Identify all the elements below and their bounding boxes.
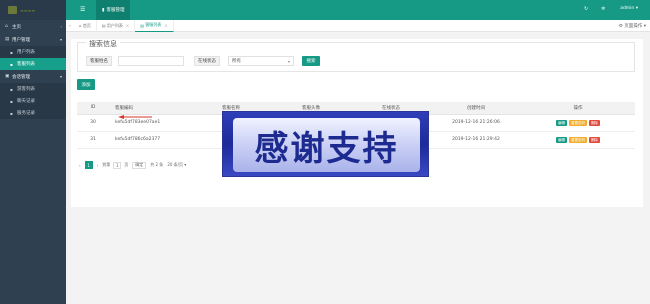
prev-page-button[interactable]: ‹	[79, 163, 81, 168]
chevron-down-icon: ▾	[287, 58, 290, 64]
overlay-text: 感谢支持	[254, 128, 399, 169]
logo-icon	[8, 6, 17, 14]
page-operations-label: 页面操作	[624, 24, 643, 29]
overlay-banner-inner: 感谢支持	[233, 118, 420, 172]
sidebar-item-service-list[interactable]: ▪ 客服列表	[0, 58, 66, 70]
red-arrow-annotation	[118, 115, 152, 119]
search-button[interactable]: 搜索	[302, 56, 320, 66]
folder-icon: ▤	[5, 37, 10, 42]
sidebar-item-label: 用户列表	[17, 50, 35, 55]
tab-user-list[interactable]: ▤ 用户列表 ×	[97, 19, 136, 32]
tab-service-list[interactable]: ▤ 客服列表 ×	[135, 19, 174, 32]
sidebar-item-home[interactable]: ⌂ 主页 ‹	[0, 20, 66, 33]
status-select[interactable]: 所有 ▾	[228, 56, 294, 66]
sidebar: ▬▬▬▬ ⌂ 主页 ‹ ▤ 用户管理 ▾ ▪ 用户列表 ▪ 客服列表 ▣ 会话管…	[0, 0, 66, 304]
sidebar-item-chat-log[interactable]: ▪ 聊天记录	[0, 95, 66, 107]
sidebar-group-chat[interactable]: ▣ 会话管理 ▾	[0, 70, 66, 83]
tab-home[interactable]: ⌂ 首页	[74, 19, 97, 32]
list-icon: ▤	[140, 22, 145, 28]
edit-button[interactable]: 编辑	[556, 136, 567, 143]
sidebar-item-user-list[interactable]: ▪ 用户列表	[0, 46, 66, 58]
goto-page-input[interactable]: 1	[113, 161, 122, 169]
tab-label: 用户列表	[106, 22, 123, 28]
close-icon[interactable]: ×	[126, 23, 129, 28]
chevron-down-icon: ▾	[59, 74, 62, 79]
refresh-icon[interactable]: ↻	[584, 6, 588, 12]
sidebar-group-label: 用户管理	[12, 37, 30, 43]
edit-button[interactable]: 编辑	[556, 119, 567, 126]
list-icon: ▪	[10, 110, 13, 116]
cell-id: 31	[77, 131, 109, 149]
cell-time: 2019-12-16 21:26:06	[431, 114, 521, 132]
user-menu[interactable]: admin ▾	[620, 6, 638, 11]
chevron-left-icon: ‹	[60, 24, 62, 29]
list-icon: ▪	[10, 49, 13, 55]
chevron-down-icon: ▾	[59, 37, 62, 42]
logo-text: ▬▬▬▬	[20, 7, 36, 13]
cell-code: kefu5df786c6a2377	[109, 131, 191, 149]
settings-icon[interactable]: ✲	[601, 6, 605, 12]
cell-actions: 编辑 重置密码 删除	[521, 131, 635, 149]
column-header: 创建时间	[431, 102, 521, 115]
list-icon: ▪	[10, 61, 13, 67]
column-header: 客服编码	[109, 102, 191, 115]
cell-actions: 编辑 重置密码 删除	[521, 114, 635, 132]
page-operations-button[interactable]: ⚙ 页面操作 ▾	[619, 23, 646, 29]
tab-scroll-left-icon[interactable]: «	[66, 23, 74, 28]
gear-icon: ⚙	[618, 24, 623, 29]
add-button[interactable]: 添加	[77, 79, 95, 90]
goto-label: 到第	[102, 162, 111, 167]
status-select-value: 所有	[232, 59, 241, 64]
column-header: ID	[77, 102, 109, 115]
module-tab-label: 客服管理	[106, 8, 125, 13]
pagination: ‹ 1 › 到第 1 页 确定 共 2 条 20 条/页 ▾	[79, 160, 186, 170]
current-page[interactable]: 1	[84, 161, 93, 169]
column-header: 操作	[521, 102, 635, 115]
menu-toggle-icon[interactable]: ☰	[80, 6, 85, 13]
per-page-value: 20 条/页	[167, 162, 184, 167]
home-icon: ⌂	[79, 23, 82, 28]
sidebar-item-label: 游客列表	[17, 87, 35, 92]
sidebar-item-visitor-list[interactable]: ▪ 游客列表	[0, 83, 66, 95]
next-page-button[interactable]: ›	[97, 163, 99, 168]
reset-password-button[interactable]: 重置密码	[569, 119, 587, 126]
tab-label: 客服列表	[145, 22, 162, 27]
delete-button[interactable]: 删除	[589, 119, 600, 126]
tab-bar: « ⌂ 首页 ▤ 用户列表 × ▤ 客服列表 × ⚙ 页面操作 ▾	[66, 19, 650, 32]
name-label: 客服姓名	[86, 56, 112, 66]
sidebar-group-label: 会话管理	[12, 74, 30, 80]
cell-time: 2019-12-16 21:29:42	[431, 131, 521, 149]
list-icon: ▪	[10, 86, 13, 92]
cell-id: 30	[77, 114, 109, 132]
reset-password-button[interactable]: 重置密码	[569, 136, 587, 143]
name-input[interactable]	[118, 56, 184, 66]
status-label: 在线状态	[194, 56, 220, 66]
per-page-select[interactable]: 20 条/页 ▾	[167, 162, 186, 168]
topbar: ☰ ▮ 客服管理 ↻ ✲ admin ▾	[66, 0, 650, 20]
sidebar-item-label: 主页	[12, 24, 21, 30]
overlay-banner: 感谢支持	[222, 111, 429, 177]
chat-icon: ▣	[5, 74, 10, 79]
logo: ▬▬▬▬	[0, 0, 66, 20]
sidebar-item-service-log[interactable]: ▪ 服务记录	[0, 107, 66, 119]
sidebar-item-label: 客服列表	[17, 62, 35, 67]
document-icon: ▮	[102, 7, 105, 13]
sidebar-group-user[interactable]: ▤ 用户管理 ▾	[0, 33, 66, 46]
close-icon[interactable]: ×	[164, 23, 167, 28]
search-panel: 搜索信息 客服姓名 在线状态 所有 ▾ 搜索	[77, 39, 635, 72]
total-count: 共 2 条	[150, 162, 164, 167]
search-title: 搜索信息	[86, 39, 120, 49]
module-tab[interactable]: ▮ 客服管理	[96, 0, 131, 20]
delete-button[interactable]: 删除	[589, 136, 600, 143]
list-icon: ▤	[101, 23, 106, 28]
home-icon: ⌂	[5, 24, 8, 29]
sidebar-item-label: 服务记录	[17, 111, 35, 116]
goto-confirm-button[interactable]: 确定	[132, 161, 147, 169]
list-icon: ▪	[10, 98, 13, 104]
sidebar-item-label: 聊天记录	[17, 99, 35, 104]
tab-label: 首页	[82, 22, 91, 28]
page-unit-label: 页	[124, 162, 129, 167]
user-name: admin	[620, 6, 635, 11]
